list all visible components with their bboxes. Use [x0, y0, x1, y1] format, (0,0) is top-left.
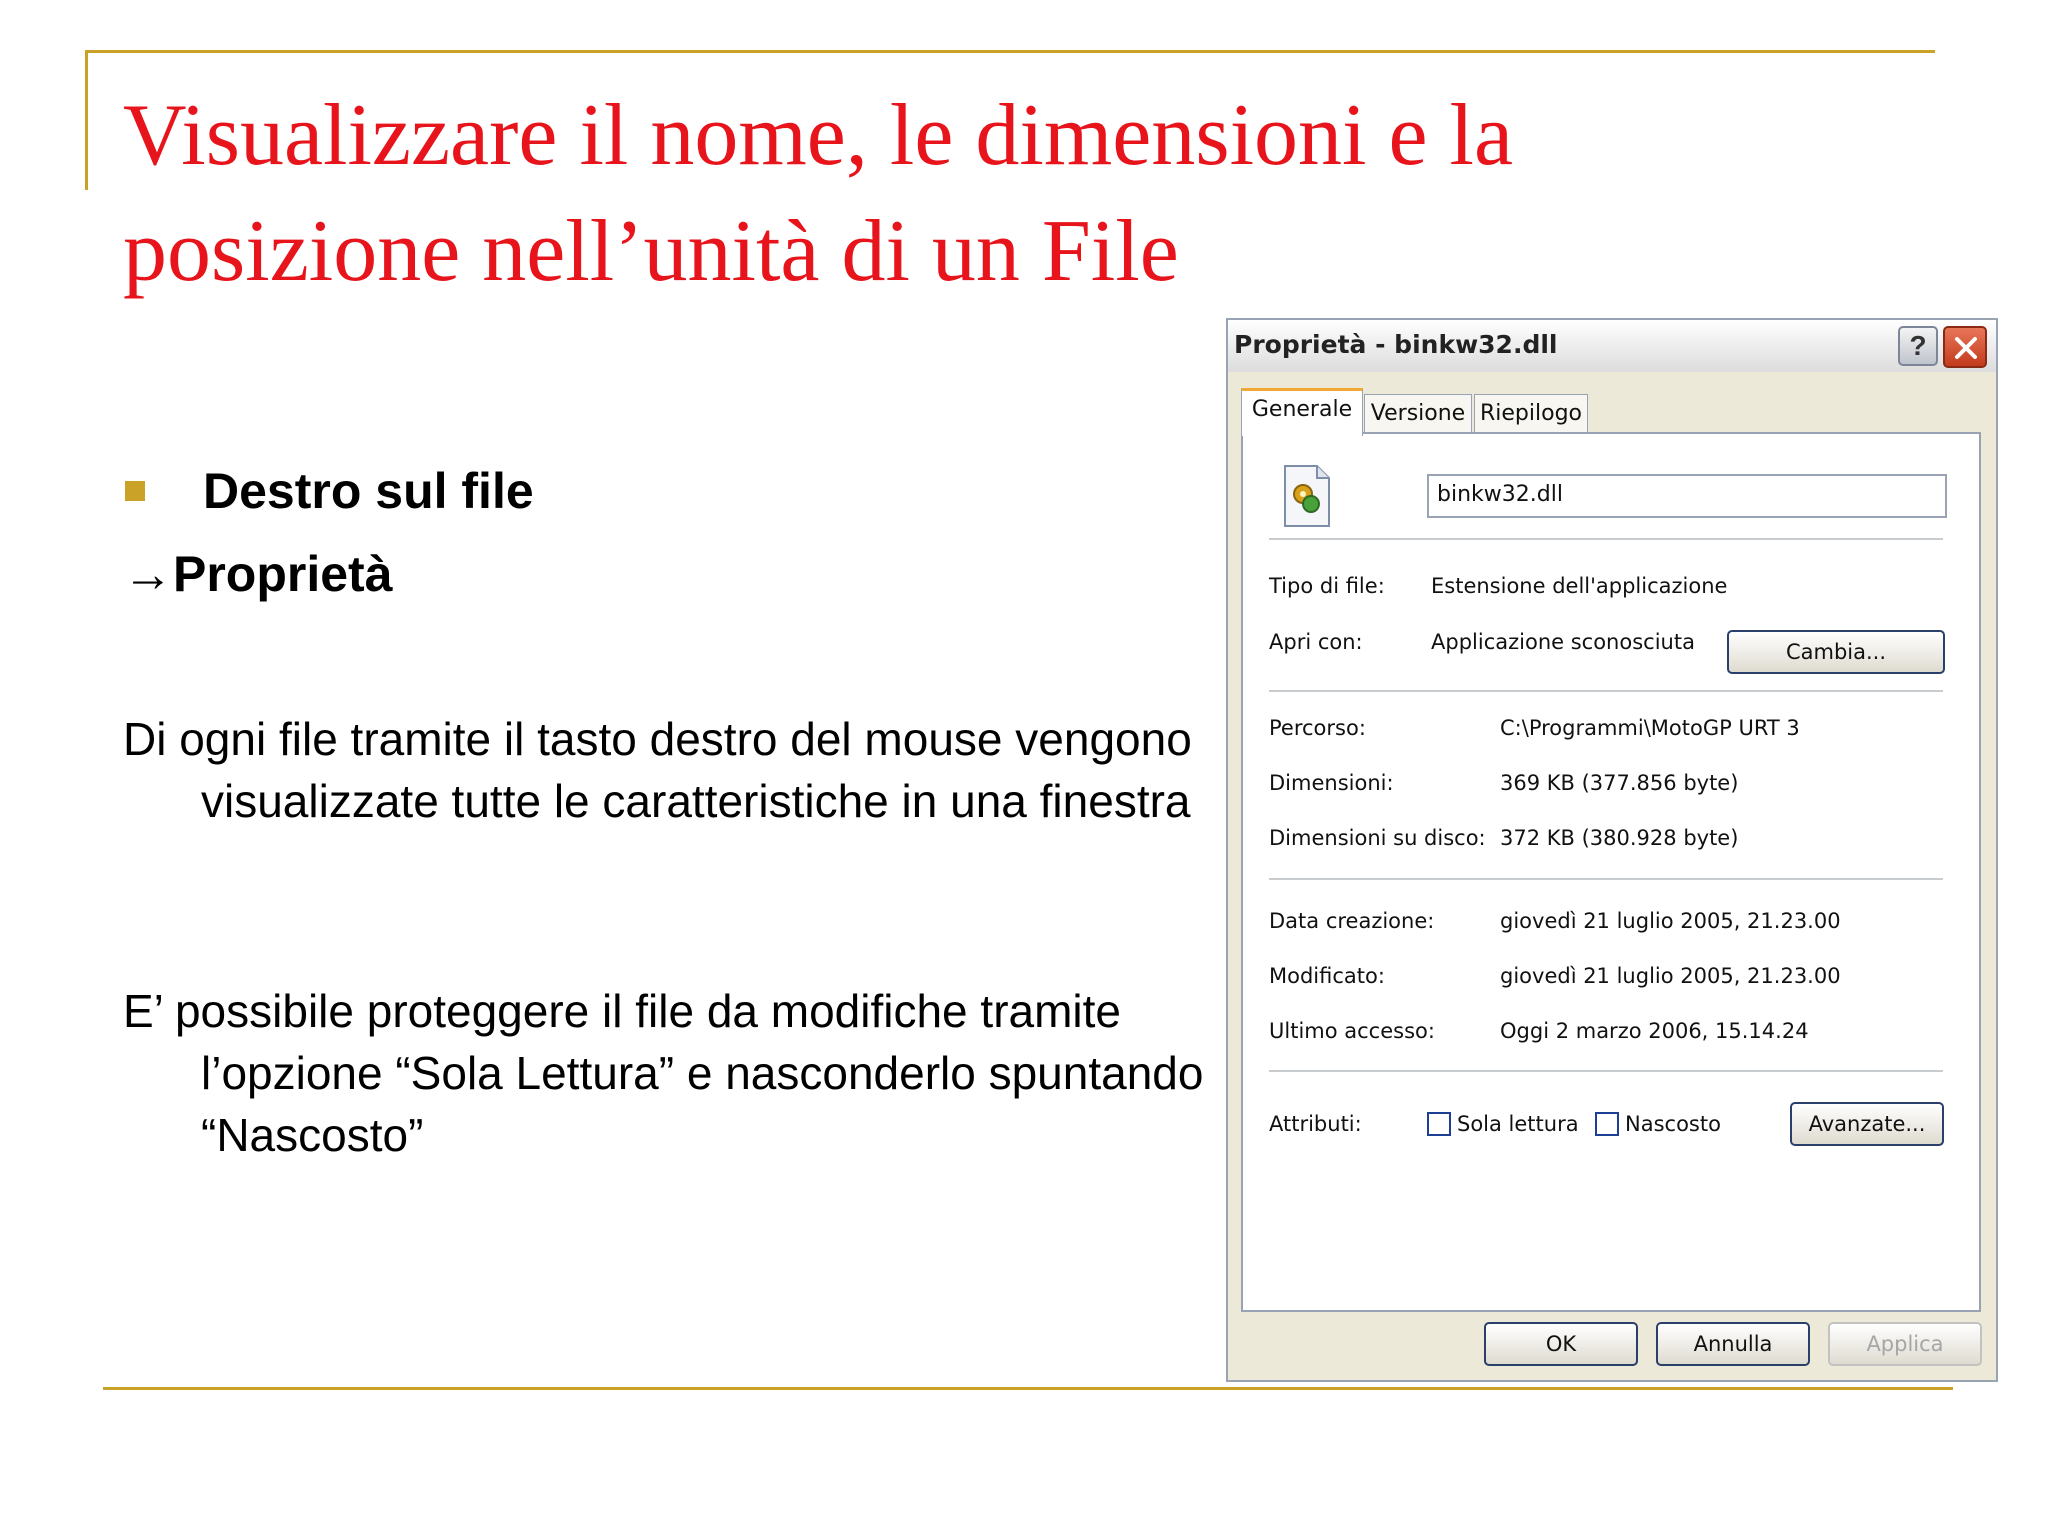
- general-panel: binkw32.dll Tipo di file: Estensione del…: [1241, 432, 1981, 1312]
- hidden-checkbox[interactable]: [1595, 1112, 1619, 1136]
- change-button[interactable]: Cambia...: [1727, 630, 1945, 674]
- apply-button[interactable]: Applica: [1828, 1322, 1982, 1366]
- size-on-disk-label: Dimensioni su disco:: [1269, 826, 1486, 850]
- modified-label: Modificato:: [1269, 964, 1385, 988]
- accessed-value: Oggi 2 marzo 2006, 15.14.24: [1500, 1019, 1809, 1043]
- separator: [1269, 1070, 1943, 1072]
- accessed-label: Ultimo accesso:: [1269, 1019, 1435, 1043]
- cancel-button[interactable]: Annulla: [1656, 1322, 1810, 1366]
- tab-versione[interactable]: Versione: [1364, 394, 1472, 434]
- file-type-label: Tipo di file:: [1269, 574, 1385, 598]
- size-label: Dimensioni:: [1269, 771, 1394, 795]
- properties-dialog: Proprietà - binkw32.dll ? Generale Versi…: [1226, 318, 1998, 1382]
- bullet-item: Destro sul file: [125, 462, 534, 520]
- dll-file-icon: [1284, 465, 1330, 527]
- hidden-label[interactable]: Nascosto: [1625, 1112, 1721, 1136]
- separator: [1269, 878, 1943, 880]
- close-button[interactable]: [1943, 326, 1987, 368]
- top-rule: [85, 50, 1935, 53]
- advanced-button[interactable]: Avanzate...: [1790, 1102, 1944, 1146]
- tab-generale[interactable]: Generale: [1241, 388, 1363, 436]
- dialog-titlebar[interactable]: Proprietà - binkw32.dll ?: [1228, 320, 1996, 372]
- file-type-value: Estensione dell'applicazione: [1431, 574, 1728, 598]
- close-icon: [1955, 337, 1977, 359]
- tab-riepilogo[interactable]: Riepilogo: [1474, 394, 1588, 434]
- readonly-label[interactable]: Sola lettura: [1457, 1112, 1579, 1136]
- ok-button[interactable]: OK: [1484, 1322, 1638, 1366]
- bottom-rule: [103, 1387, 1953, 1390]
- open-with-value: Applicazione sconosciuta: [1431, 630, 1695, 654]
- filename-input[interactable]: binkw32.dll: [1427, 474, 1947, 518]
- modified-value: giovedì 21 luglio 2005, 21.23.00: [1500, 964, 1841, 988]
- arrow-line: →Proprietà: [123, 546, 393, 602]
- bullet-text: Destro sul file: [203, 463, 534, 519]
- separator: [1269, 538, 1943, 540]
- left-rule: [85, 50, 88, 190]
- readonly-checkbox[interactable]: [1427, 1112, 1451, 1136]
- path-label: Percorso:: [1269, 716, 1366, 740]
- paragraph-protection: E’ possibile proteggere il file da modif…: [123, 985, 1204, 1161]
- created-label: Data creazione:: [1269, 909, 1435, 933]
- created-value: giovedì 21 luglio 2005, 21.23.00: [1500, 909, 1841, 933]
- path-value: C:\Programmi\MotoGP URT 3: [1500, 716, 1800, 740]
- help-button[interactable]: ?: [1898, 326, 1938, 366]
- separator: [1269, 690, 1943, 692]
- attributes-label: Attributi:: [1269, 1112, 1362, 1136]
- dialog-title: Proprietà - binkw32.dll: [1234, 330, 1558, 359]
- paragraph-properties: Di ogni file tramite il tasto destro del…: [123, 713, 1192, 827]
- bullet-square-icon: [125, 481, 145, 501]
- hidden-checkbox-group[interactable]: Nascosto: [1595, 1112, 1721, 1136]
- open-with-label: Apri con:: [1269, 630, 1363, 654]
- readonly-checkbox-group[interactable]: Sola lettura: [1427, 1112, 1579, 1136]
- size-value: 369 KB (377.856 byte): [1500, 771, 1739, 795]
- slide-title: Visualizzare il nome, le dimensioni e la…: [123, 87, 1514, 300]
- size-on-disk-value: 372 KB (380.928 byte): [1500, 826, 1739, 850]
